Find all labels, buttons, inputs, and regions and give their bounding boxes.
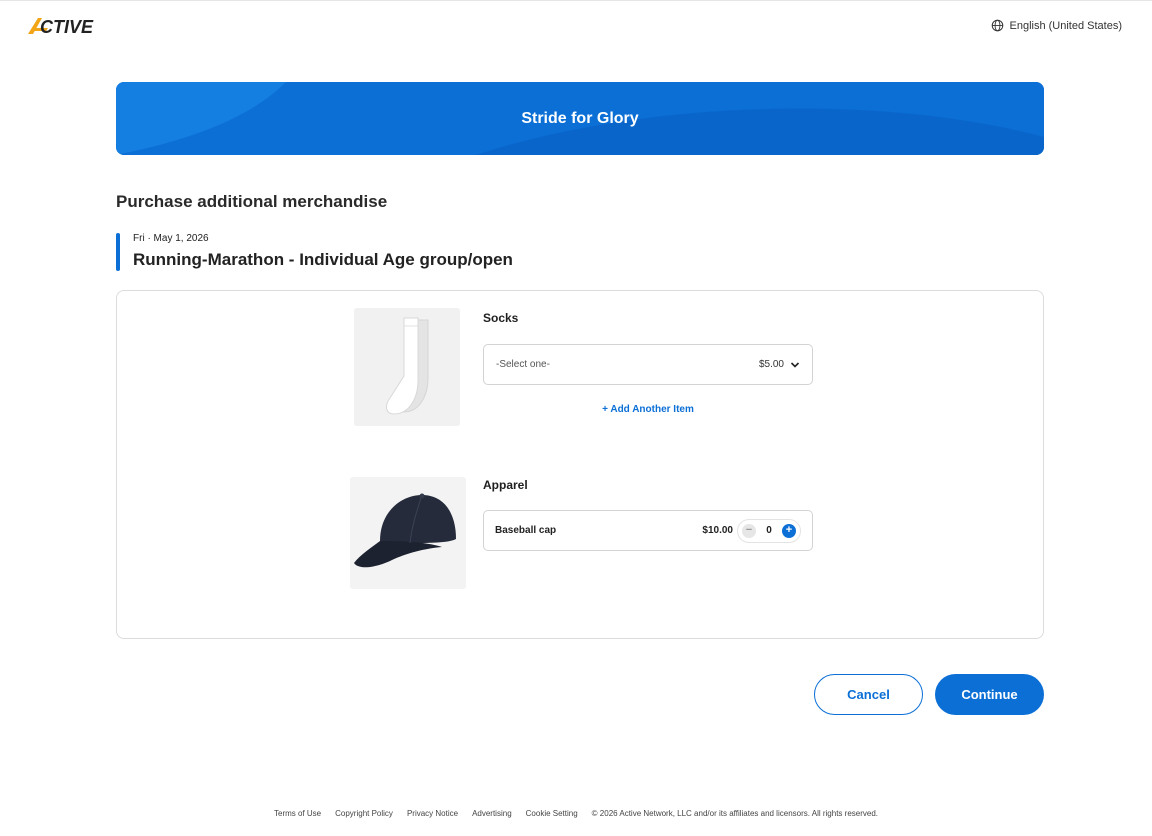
minus-icon: − xyxy=(745,524,753,536)
select-placeholder: -Select one- xyxy=(496,359,550,370)
baseball-cap-image xyxy=(350,477,466,589)
footer-link-copyright[interactable]: Copyright Policy xyxy=(335,809,393,818)
quantity-value[interactable]: 0 xyxy=(756,525,782,536)
cancel-button[interactable]: Cancel xyxy=(814,674,923,715)
footer: Terms of Use Copyright Policy Privacy No… xyxy=(0,809,1152,818)
item-label: Baseball cap xyxy=(495,525,557,536)
event-banner: Stride for Glory xyxy=(116,82,1044,155)
baseball-cap-price: $10.00 xyxy=(702,525,733,536)
increment-button[interactable]: + xyxy=(782,523,796,538)
decrement-button[interactable]: − xyxy=(742,523,756,538)
footer-link-advertising[interactable]: Advertising xyxy=(472,809,512,818)
footer-link-terms[interactable]: Terms of Use xyxy=(274,809,321,818)
event-name: Running-Marathon - Individual Age group/… xyxy=(133,250,513,269)
baseball-cap-row: Baseball cap $10.00 − 0 + xyxy=(483,510,813,551)
page-title: Purchase additional merchandise xyxy=(116,192,388,211)
add-another-item-link[interactable]: + Add Another Item xyxy=(483,404,813,415)
footer-link-cookie-setting[interactable]: Cookie Setting xyxy=(526,809,578,818)
merchandise-card: Socks -Select one- $5.00 + Add Another I… xyxy=(116,290,1044,639)
event-date: Fri · May 1, 2026 xyxy=(133,233,209,244)
globe-icon xyxy=(991,19,1003,32)
event-accent-bar xyxy=(116,233,120,271)
socks-size-select[interactable]: -Select one- $5.00 xyxy=(483,344,813,385)
continue-button[interactable]: Continue xyxy=(935,674,1044,715)
banner-title: Stride for Glory xyxy=(521,109,639,127)
product-name-apparel: Apparel xyxy=(483,478,528,492)
active-logo[interactable]: CTIVE xyxy=(26,15,106,37)
quantity-stepper: − 0 + xyxy=(737,518,801,543)
socks-image xyxy=(354,308,460,426)
language-selector[interactable]: English (United States) xyxy=(991,19,1123,32)
page-frame: CTIVE English (United States) Stride for… xyxy=(0,0,1152,836)
footer-copyright: © 2026 Active Network, LLC and/or its af… xyxy=(591,809,878,818)
socks-price: $5.00 xyxy=(758,359,784,370)
product-name-socks: Socks xyxy=(483,311,519,325)
plus-icon: + xyxy=(785,524,793,536)
language-label: English (United States) xyxy=(1009,19,1123,32)
footer-link-privacy[interactable]: Privacy Notice xyxy=(407,809,458,818)
top-bar: CTIVE English (United States) xyxy=(0,1,1152,51)
svg-text:CTIVE: CTIVE xyxy=(40,17,94,37)
chevron-down-icon xyxy=(790,361,800,368)
